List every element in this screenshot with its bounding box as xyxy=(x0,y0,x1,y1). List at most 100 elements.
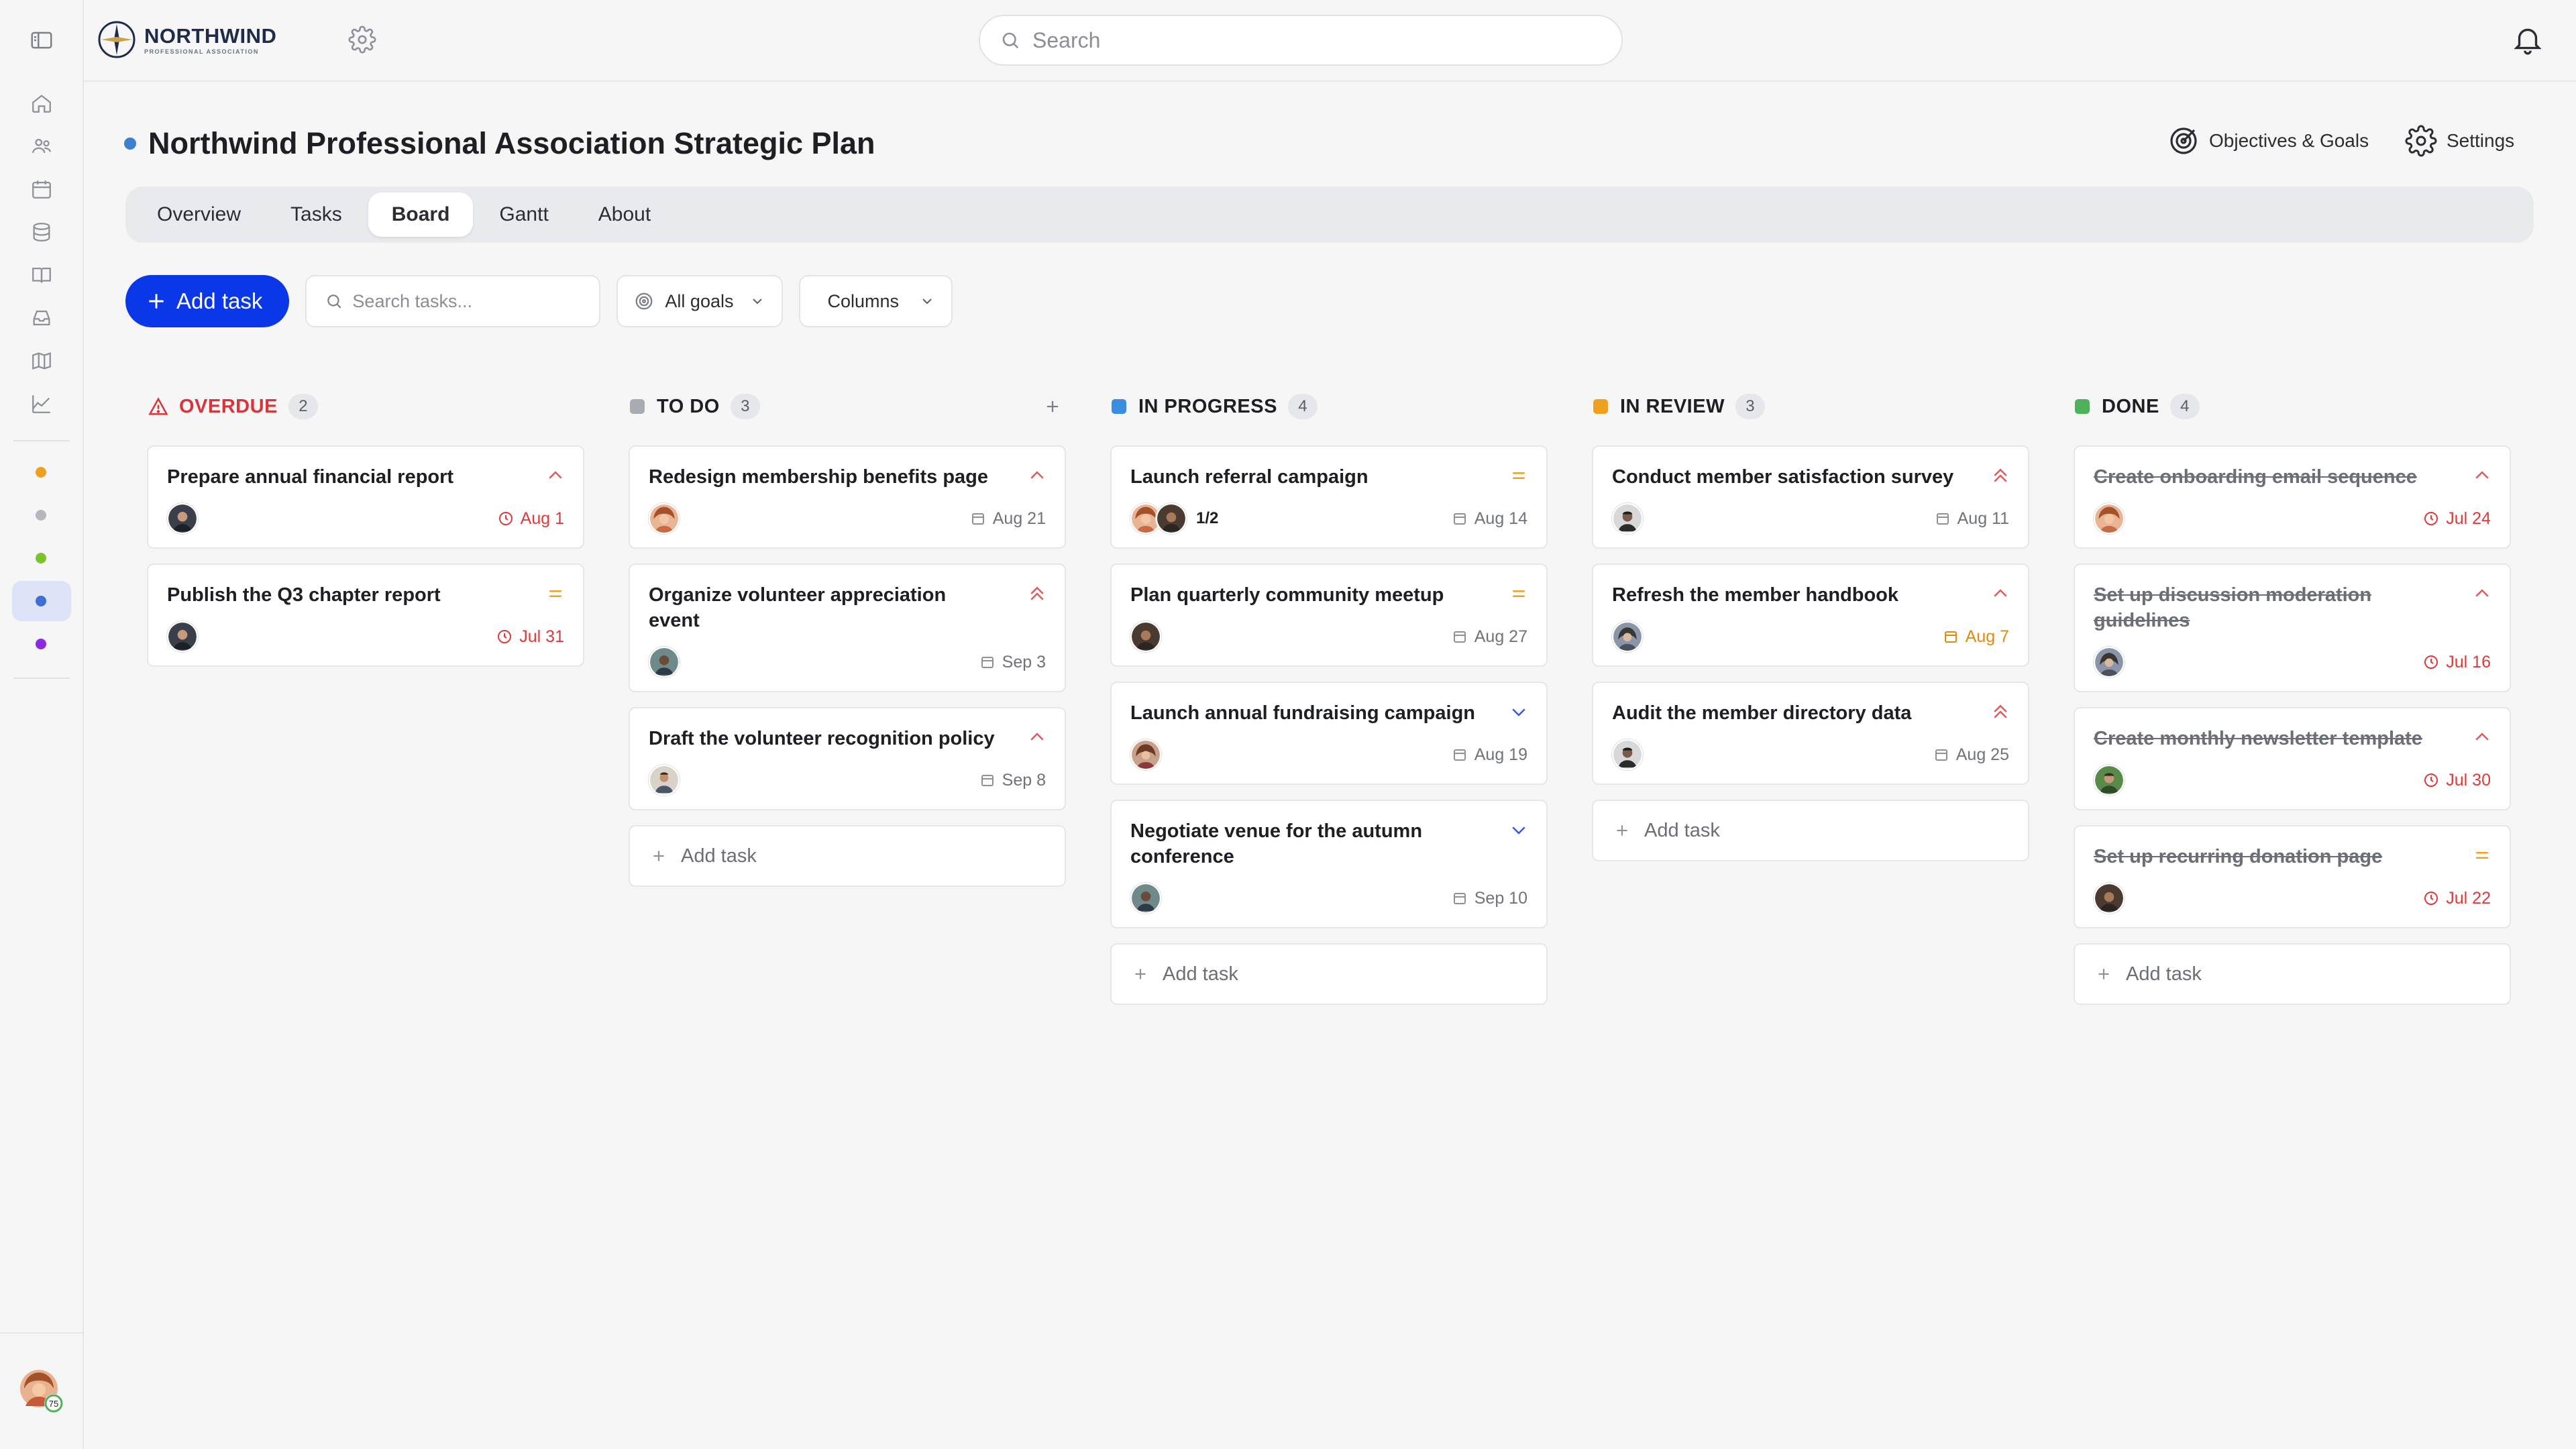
task-card[interactable]: Audit the member directory data Aug 25 xyxy=(1592,682,2029,785)
due-date: Sep 10 xyxy=(1452,869,1527,927)
chevron-down-icon xyxy=(922,299,932,305)
task-card[interactable]: Create monthly newsletter template Jul 3… xyxy=(2074,707,2511,810)
database-icon[interactable] xyxy=(27,217,56,247)
task-card[interactable]: Draft the volunteer recognition policy S… xyxy=(629,707,1066,810)
due-date: Aug 27 xyxy=(1452,608,1527,665)
assignee-avatar[interactable] xyxy=(1130,883,1161,914)
due-date-text: Jul 24 xyxy=(2446,508,2491,528)
due-date: Jul 30 xyxy=(2423,751,2491,809)
task-title: Plan quarterly community meetup xyxy=(1130,584,1444,606)
column-count: 4 xyxy=(1287,394,1318,419)
task-title: Create monthly newsletter template xyxy=(2094,728,2422,749)
sidebar-toggle-icon[interactable] xyxy=(27,25,56,55)
board-toolbar: Add task Search tasks... All goals Colum… xyxy=(125,275,953,327)
assignee-avatar[interactable] xyxy=(1130,621,1161,652)
target-icon xyxy=(636,292,653,310)
assignee-avatar[interactable] xyxy=(2094,503,2125,534)
task-card[interactable]: Redesign membership benefits page Aug 21 xyxy=(629,445,1066,549)
task-title: Set up recurring donation page xyxy=(2094,846,2383,867)
tab-board[interactable]: Board xyxy=(368,193,474,237)
assignee-avatar[interactable] xyxy=(167,621,198,652)
clock-icon xyxy=(498,630,512,643)
book-icon[interactable] xyxy=(27,260,56,290)
assignee-avatar[interactable] xyxy=(1612,503,1643,534)
tab-overview[interactable]: Overview xyxy=(133,193,264,237)
settings-button[interactable]: Settings xyxy=(2405,125,2514,157)
task-card[interactable]: Plan quarterly community meetup Aug 27 xyxy=(1110,564,1548,667)
map-icon[interactable] xyxy=(27,346,56,376)
view-tabs: Overview Tasks Board Gantt About xyxy=(125,186,2534,243)
notification-bell-icon[interactable] xyxy=(2511,23,2544,56)
assignee-avatar[interactable] xyxy=(649,503,680,534)
tab-gantt[interactable]: Gantt xyxy=(476,193,572,237)
tab-tasks[interactable]: Tasks xyxy=(267,193,366,237)
add-column-task-icon[interactable] xyxy=(1043,397,1062,416)
assignee-avatar[interactable] xyxy=(2094,765,2125,796)
add-task-inline-button[interactable]: Add task xyxy=(1592,800,2029,861)
calendar-icon[interactable] xyxy=(27,174,56,204)
project-dot-gray[interactable] xyxy=(36,510,46,521)
task-card[interactable]: Conduct member satisfaction survey Aug 1… xyxy=(1592,445,2029,549)
add-task-inline-label: Add task xyxy=(681,845,757,867)
project-dot-orange[interactable] xyxy=(36,467,46,478)
home-icon[interactable] xyxy=(27,89,56,118)
assignee-avatar[interactable] xyxy=(2094,647,2125,678)
calendar-icon xyxy=(1453,513,1466,525)
task-card[interactable]: Set up discussion moderation guidelines … xyxy=(2074,564,2511,692)
task-search-input[interactable]: Search tasks... xyxy=(305,275,601,327)
add-task-inline-button[interactable]: Add task xyxy=(629,825,1066,887)
due-date-text: Sep 8 xyxy=(1002,770,1046,790)
column-header: IN PROGRESS 4 xyxy=(1110,382,1548,431)
due-date-text: Aug 14 xyxy=(1474,508,1527,528)
task-card[interactable]: Prepare annual financial report Aug 1 xyxy=(147,445,584,549)
search-icon xyxy=(327,294,341,309)
column-title: IN REVIEW xyxy=(1620,395,1725,417)
task-card[interactable]: Publish the Q3 chapter report Jul 31 xyxy=(147,564,584,667)
assignee-avatar[interactable] xyxy=(167,503,198,534)
add-task-button[interactable]: Add task xyxy=(125,275,290,327)
project-dot-blue[interactable] xyxy=(36,596,46,606)
task-card[interactable]: Set up recurring donation page Jul 22 xyxy=(2074,825,2511,928)
columns-dropdown[interactable]: Columns xyxy=(799,275,953,327)
task-card[interactable]: Refresh the member handbook Aug 7 xyxy=(1592,564,2029,667)
column-done: DONE 4 Create onboarding email sequence … xyxy=(2074,382,2511,1005)
analytics-icon[interactable] xyxy=(27,389,56,419)
assignee-avatar[interactable] xyxy=(2094,883,2125,914)
global-search-input[interactable]: Search xyxy=(979,15,1623,66)
brand-logo[interactable]: NORTHWIND PROFESSIONAL ASSOCIATION xyxy=(97,20,276,59)
assignee-avatar[interactable] xyxy=(1612,621,1643,652)
objectives-goals-button[interactable]: Objectives & Goals xyxy=(2167,125,2369,157)
project-dot-green[interactable] xyxy=(36,553,46,564)
task-title: Launch referral campaign xyxy=(1130,466,1368,488)
gear-icon[interactable] xyxy=(348,25,376,54)
task-card[interactable]: Create onboarding email sequence Jul 24 xyxy=(2074,445,2511,549)
due-date-text: Aug 1 xyxy=(520,508,564,528)
inbox-icon[interactable] xyxy=(27,303,56,333)
task-card[interactable]: Launch annual fundraising campaign Aug 1… xyxy=(1110,682,1548,785)
sidebar-divider xyxy=(13,678,70,679)
task-title: Negotiate venue for the autumn conferenc… xyxy=(1130,820,1423,867)
project-dot-purple[interactable] xyxy=(36,639,46,649)
sidebar-divider xyxy=(0,1332,84,1334)
column-overdue: OVERDUE 2 Prepare annual financial repor… xyxy=(147,382,584,667)
assignee-avatar[interactable] xyxy=(1156,503,1187,534)
assignee-avatar[interactable] xyxy=(649,647,680,678)
objectives-goals-label: Objectives & Goals xyxy=(2209,130,2369,151)
goals-filter-dropdown[interactable]: All goals xyxy=(616,275,784,327)
assignee-avatar[interactable] xyxy=(1130,739,1161,770)
assignee-avatar[interactable] xyxy=(649,765,680,796)
gear-icon xyxy=(2405,125,2437,157)
add-task-inline-button[interactable]: Add task xyxy=(2074,943,2511,1005)
due-date-text: Aug 27 xyxy=(1474,627,1527,646)
user-avatar[interactable]: 75 xyxy=(19,1368,63,1413)
tab-about[interactable]: About xyxy=(575,193,674,237)
task-card[interactable]: Negotiate venue for the autumn conferenc… xyxy=(1110,800,1548,928)
assignee-avatar[interactable] xyxy=(1612,739,1643,770)
add-task-inline-label: Add task xyxy=(1644,819,1720,841)
add-task-inline-button[interactable]: Add task xyxy=(1110,943,1548,1005)
members-icon[interactable] xyxy=(27,131,56,161)
plus-icon xyxy=(2098,969,2109,979)
task-card[interactable]: Launch referral campaign 1/2 Aug 14 xyxy=(1110,445,1548,549)
due-date-text: Jul 22 xyxy=(2446,888,2491,908)
task-card[interactable]: Organize volunteer appreciation event Se… xyxy=(629,564,1066,692)
